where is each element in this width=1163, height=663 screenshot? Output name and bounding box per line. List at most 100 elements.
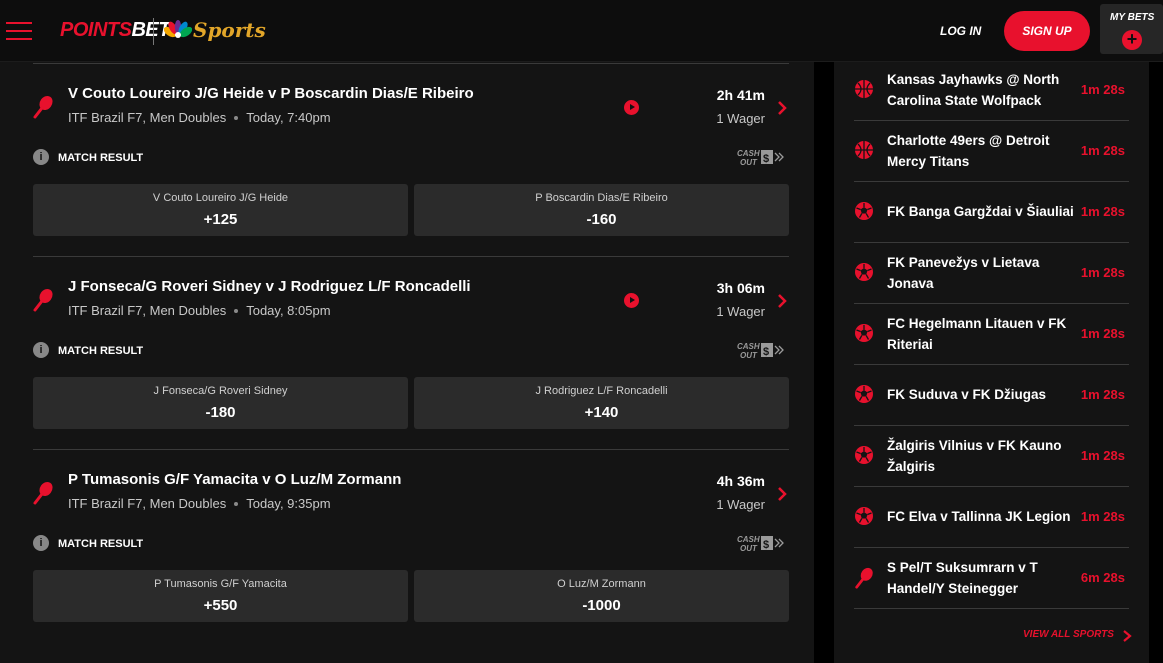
soccer-ball-icon <box>854 323 874 343</box>
odds-button-home[interactable]: P Tumasonis G/F Yamacita +550 <box>33 570 408 622</box>
cash-out-icon: CASHOUT $ <box>737 342 784 359</box>
svg-text:CASH: CASH <box>737 535 760 544</box>
outcome-name: J Rodriguez L/F Roncadelli <box>535 385 668 397</box>
tennis-racket-icon <box>33 481 53 505</box>
soccer-ball-icon <box>854 384 874 404</box>
my-bets-button[interactable]: MY BETS + <box>1100 4 1163 54</box>
upcoming-event-row[interactable]: Žalgiris Vilnius v FK Kauno Žalgiris 1m 2… <box>854 425 1129 487</box>
divider <box>33 63 789 64</box>
odds-button-away[interactable]: J Rodriguez L/F Roncadelli +140 <box>414 377 789 429</box>
cash-out-icon: CASHOUT $ <box>737 149 784 166</box>
competition: ITF Brazil F7, Men Doubles <box>68 303 227 318</box>
tennis-racket-icon <box>854 567 874 589</box>
svg-text:CASH: CASH <box>737 342 760 351</box>
upcoming-event-row[interactable]: FK Banga Gargždai v Šiauliai 1m 28s <box>854 181 1129 243</box>
live-stream-play-icon[interactable] <box>624 100 639 115</box>
basketball-icon <box>854 79 874 99</box>
chevron-right-icon[interactable] <box>775 100 789 116</box>
event-countdown: 1m 28s <box>1080 204 1125 219</box>
upcoming-event-row[interactable]: Kansas Jayhawks @ North Carolina State W… <box>854 59 1129 121</box>
event-countdown: 1m 28s <box>1080 448 1125 463</box>
soccer-ball-icon <box>854 506 874 526</box>
start-time: Today, 8:05pm <box>246 303 331 318</box>
wager-count: 1 Wager <box>716 497 765 512</box>
svg-text:$: $ <box>763 346 769 358</box>
start-time: Today, 7:40pm <box>246 110 331 125</box>
chevron-right-icon[interactable] <box>775 293 789 309</box>
match-list-panel: V Couto Loureiro J/G Heide v P Boscardin… <box>0 62 814 663</box>
tennis-racket-icon <box>33 95 53 119</box>
match-title[interactable]: J Fonseca/G Roveri Sidney v J Rodriguez … <box>68 278 471 295</box>
match-card: V Couto Loureiro J/G Heide v P Boscardin… <box>33 62 789 257</box>
cash-out-icon: CASHOUT $ <box>737 535 784 552</box>
event-name: FC Elva v Tallinna JK Legion <box>887 509 1071 524</box>
market-label: MATCH RESULT <box>58 152 144 164</box>
wager-count: 1 Wager <box>716 111 765 126</box>
outcome-name: O Luz/M Zormann <box>557 578 646 590</box>
signup-button[interactable]: SIGN UP <box>1004 11 1090 51</box>
match-subtitle: ITF Brazil F7, Men Doubles Today, 9:35pm <box>68 496 331 511</box>
outcome-name: J Fonseca/G Roveri Sidney <box>153 385 288 397</box>
event-countdown: 1m 28s <box>1080 265 1125 280</box>
info-icon[interactable]: i <box>33 342 49 358</box>
event-countdown: 1m 28s <box>1080 143 1125 158</box>
outcome-odds: -1000 <box>582 597 621 614</box>
separator-dot <box>234 115 239 120</box>
separator-dot <box>234 308 239 313</box>
svg-text:$: $ <box>763 153 769 165</box>
chevron-right-icon[interactable] <box>1122 630 1132 642</box>
next-to-go-panel: Kansas Jayhawks @ North Carolina State W… <box>834 62 1149 663</box>
info-icon[interactable]: i <box>33 149 49 165</box>
outcome-odds: -160 <box>586 211 617 228</box>
start-time: Today, 9:35pm <box>246 496 331 511</box>
outcome-name: P Tumasonis G/F Yamacita <box>154 578 287 590</box>
upcoming-event-row[interactable]: FC Elva v Tallinna JK Legion 1m 28s <box>854 486 1129 548</box>
svg-text:OUT: OUT <box>740 158 758 166</box>
odds-button-home[interactable]: J Fonseca/G Roveri Sidney -180 <box>33 377 408 429</box>
info-icon[interactable]: i <box>33 535 49 551</box>
outcome-odds: -180 <box>205 404 236 421</box>
market-label: MATCH RESULT <box>58 345 144 357</box>
event-name: FK Suduva v FK Džiugas <box>887 387 1047 402</box>
outcome-name: P Boscardin Dias/E Ribeiro <box>535 192 668 204</box>
competition: ITF Brazil F7, Men Doubles <box>68 110 227 125</box>
svg-text:$: $ <box>763 539 769 551</box>
market-label: MATCH RESULT <box>58 538 144 550</box>
chevron-right-icon[interactable] <box>775 486 789 502</box>
logo-divider <box>153 18 154 45</box>
soccer-ball-icon <box>854 262 874 282</box>
upcoming-event-row[interactable]: Charlotte 49ers @ Detroit Mercy Titans 1m… <box>854 120 1129 182</box>
svg-text:CASH: CASH <box>737 149 760 158</box>
soccer-ball-icon <box>854 445 874 465</box>
upcoming-event-row[interactable]: FC Hegelmann Litauen v FK Riteriai 1m 28s <box>854 303 1129 365</box>
outcome-odds: +140 <box>584 404 619 421</box>
match-subtitle: ITF Brazil F7, Men Doubles Today, 7:40pm <box>68 110 331 125</box>
outcome-odds: +550 <box>203 597 238 614</box>
event-countdown: 1m 28s <box>1080 326 1125 341</box>
login-button[interactable]: LOG IN <box>940 24 981 38</box>
event-name: S Pel/T Suksumrarn v T Handel/Y Steinegg… <box>887 559 1038 596</box>
event-countdown: 1m 28s <box>1080 509 1125 524</box>
match-title[interactable]: P Tumasonis G/F Yamacita v O Luz/M Zorma… <box>68 471 401 488</box>
upcoming-event-row[interactable]: FK Panevežys v Lietava Jonava 1m 28s <box>854 242 1129 304</box>
upcoming-event-row[interactable]: FK Suduva v FK Džiugas 1m 28s <box>854 364 1129 426</box>
svg-text:OUT: OUT <box>740 544 758 552</box>
odds-button-home[interactable]: V Couto Loureiro J/G Heide +125 <box>33 184 408 236</box>
view-all-sports-link[interactable]: VIEW ALL SPORTS <box>1023 629 1114 640</box>
outcome-odds: +125 <box>203 211 238 228</box>
event-countdown: 1m 28s <box>1080 387 1125 402</box>
odds-button-away[interactable]: P Boscardin Dias/E Ribeiro -160 <box>414 184 789 236</box>
time-remaining: 3h 06m <box>716 280 765 296</box>
event-name: Kansas Jayhawks @ North Carolina State W… <box>887 71 1060 108</box>
svg-text:OUT: OUT <box>740 351 758 359</box>
outcome-name: V Couto Loureiro J/G Heide <box>152 192 289 204</box>
upcoming-event-row[interactable]: S Pel/T Suksumrarn v T Handel/Y Steinegg… <box>854 547 1129 609</box>
plus-icon: + <box>1122 30 1142 50</box>
event-name: Žalgiris Vilnius v FK Kauno Žalgiris <box>887 437 1062 474</box>
event-name: FK Panevežys v Lietava Jonava <box>887 254 1040 291</box>
soccer-ball-icon <box>854 201 874 221</box>
match-title[interactable]: V Couto Loureiro J/G Heide v P Boscardin… <box>68 85 474 102</box>
odds-button-away[interactable]: O Luz/M Zormann -1000 <box>414 570 789 622</box>
live-stream-play-icon[interactable] <box>624 293 639 308</box>
hamburger-menu-icon[interactable] <box>6 20 32 42</box>
